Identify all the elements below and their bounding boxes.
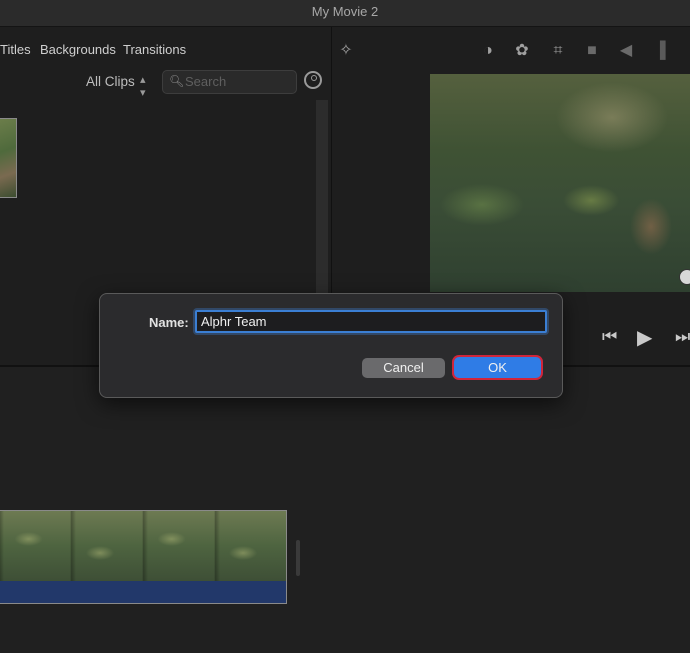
color-balance-icon[interactable]: ◑ [478,41,498,61]
skip-forward-icon[interactable]: ⏭︎ [675,327,690,347]
all-clips-dropdown[interactable]: All Clips [86,74,135,89]
color-palette-icon[interactable]: ✿ [512,41,532,61]
browser-tabs: Titles Backgrounds Transitions [0,27,331,73]
timeline-clip[interactable] [0,510,287,604]
tab-transitions[interactable]: Transitions [123,42,186,57]
magic-wand-icon[interactable]: ✧ [336,41,356,61]
timeline [0,367,690,653]
search-icon: 🔍︎ [169,74,185,88]
settings-gear-icon[interactable] [304,71,322,89]
camera-icon[interactable]: ■ [582,41,602,61]
crop-icon[interactable]: ⌗ [548,41,568,61]
clip-thumbnail[interactable] [0,118,17,198]
window-title: My Movie 2 [311,4,379,19]
clip-video-frames [0,511,286,581]
rename-dialog: Name: Cancel OK [99,293,563,398]
skip-back-icon[interactable]: ⏮︎ [602,327,617,347]
play-icon[interactable]: ▶︎ [637,325,652,350]
timeline-handle[interactable] [296,540,300,576]
search-box[interactable]: 🔍︎ [162,70,297,94]
search-input[interactable] [185,73,289,89]
preview-overlay-button[interactable] [679,269,690,285]
ok-button[interactable]: OK [454,357,541,378]
chevron-updown-icon[interactable]: ▴ ▾ [140,73,146,99]
volume-icon[interactable]: ◀ [616,41,636,61]
name-label: Name: [149,315,189,330]
equalizer-icon[interactable]: ▐ [650,41,670,61]
tab-titles[interactable]: Titles [0,42,31,57]
tab-backgrounds[interactable]: Backgrounds [40,42,116,57]
window-titlebar: My Movie 2 [0,0,690,27]
clips-toolbar: All Clips ▴ ▾ 🔍︎ [0,70,331,105]
clip-audio-track [0,581,286,603]
name-field[interactable] [195,310,547,333]
video-preview[interactable] [430,74,690,292]
cancel-button[interactable]: Cancel [362,358,445,378]
